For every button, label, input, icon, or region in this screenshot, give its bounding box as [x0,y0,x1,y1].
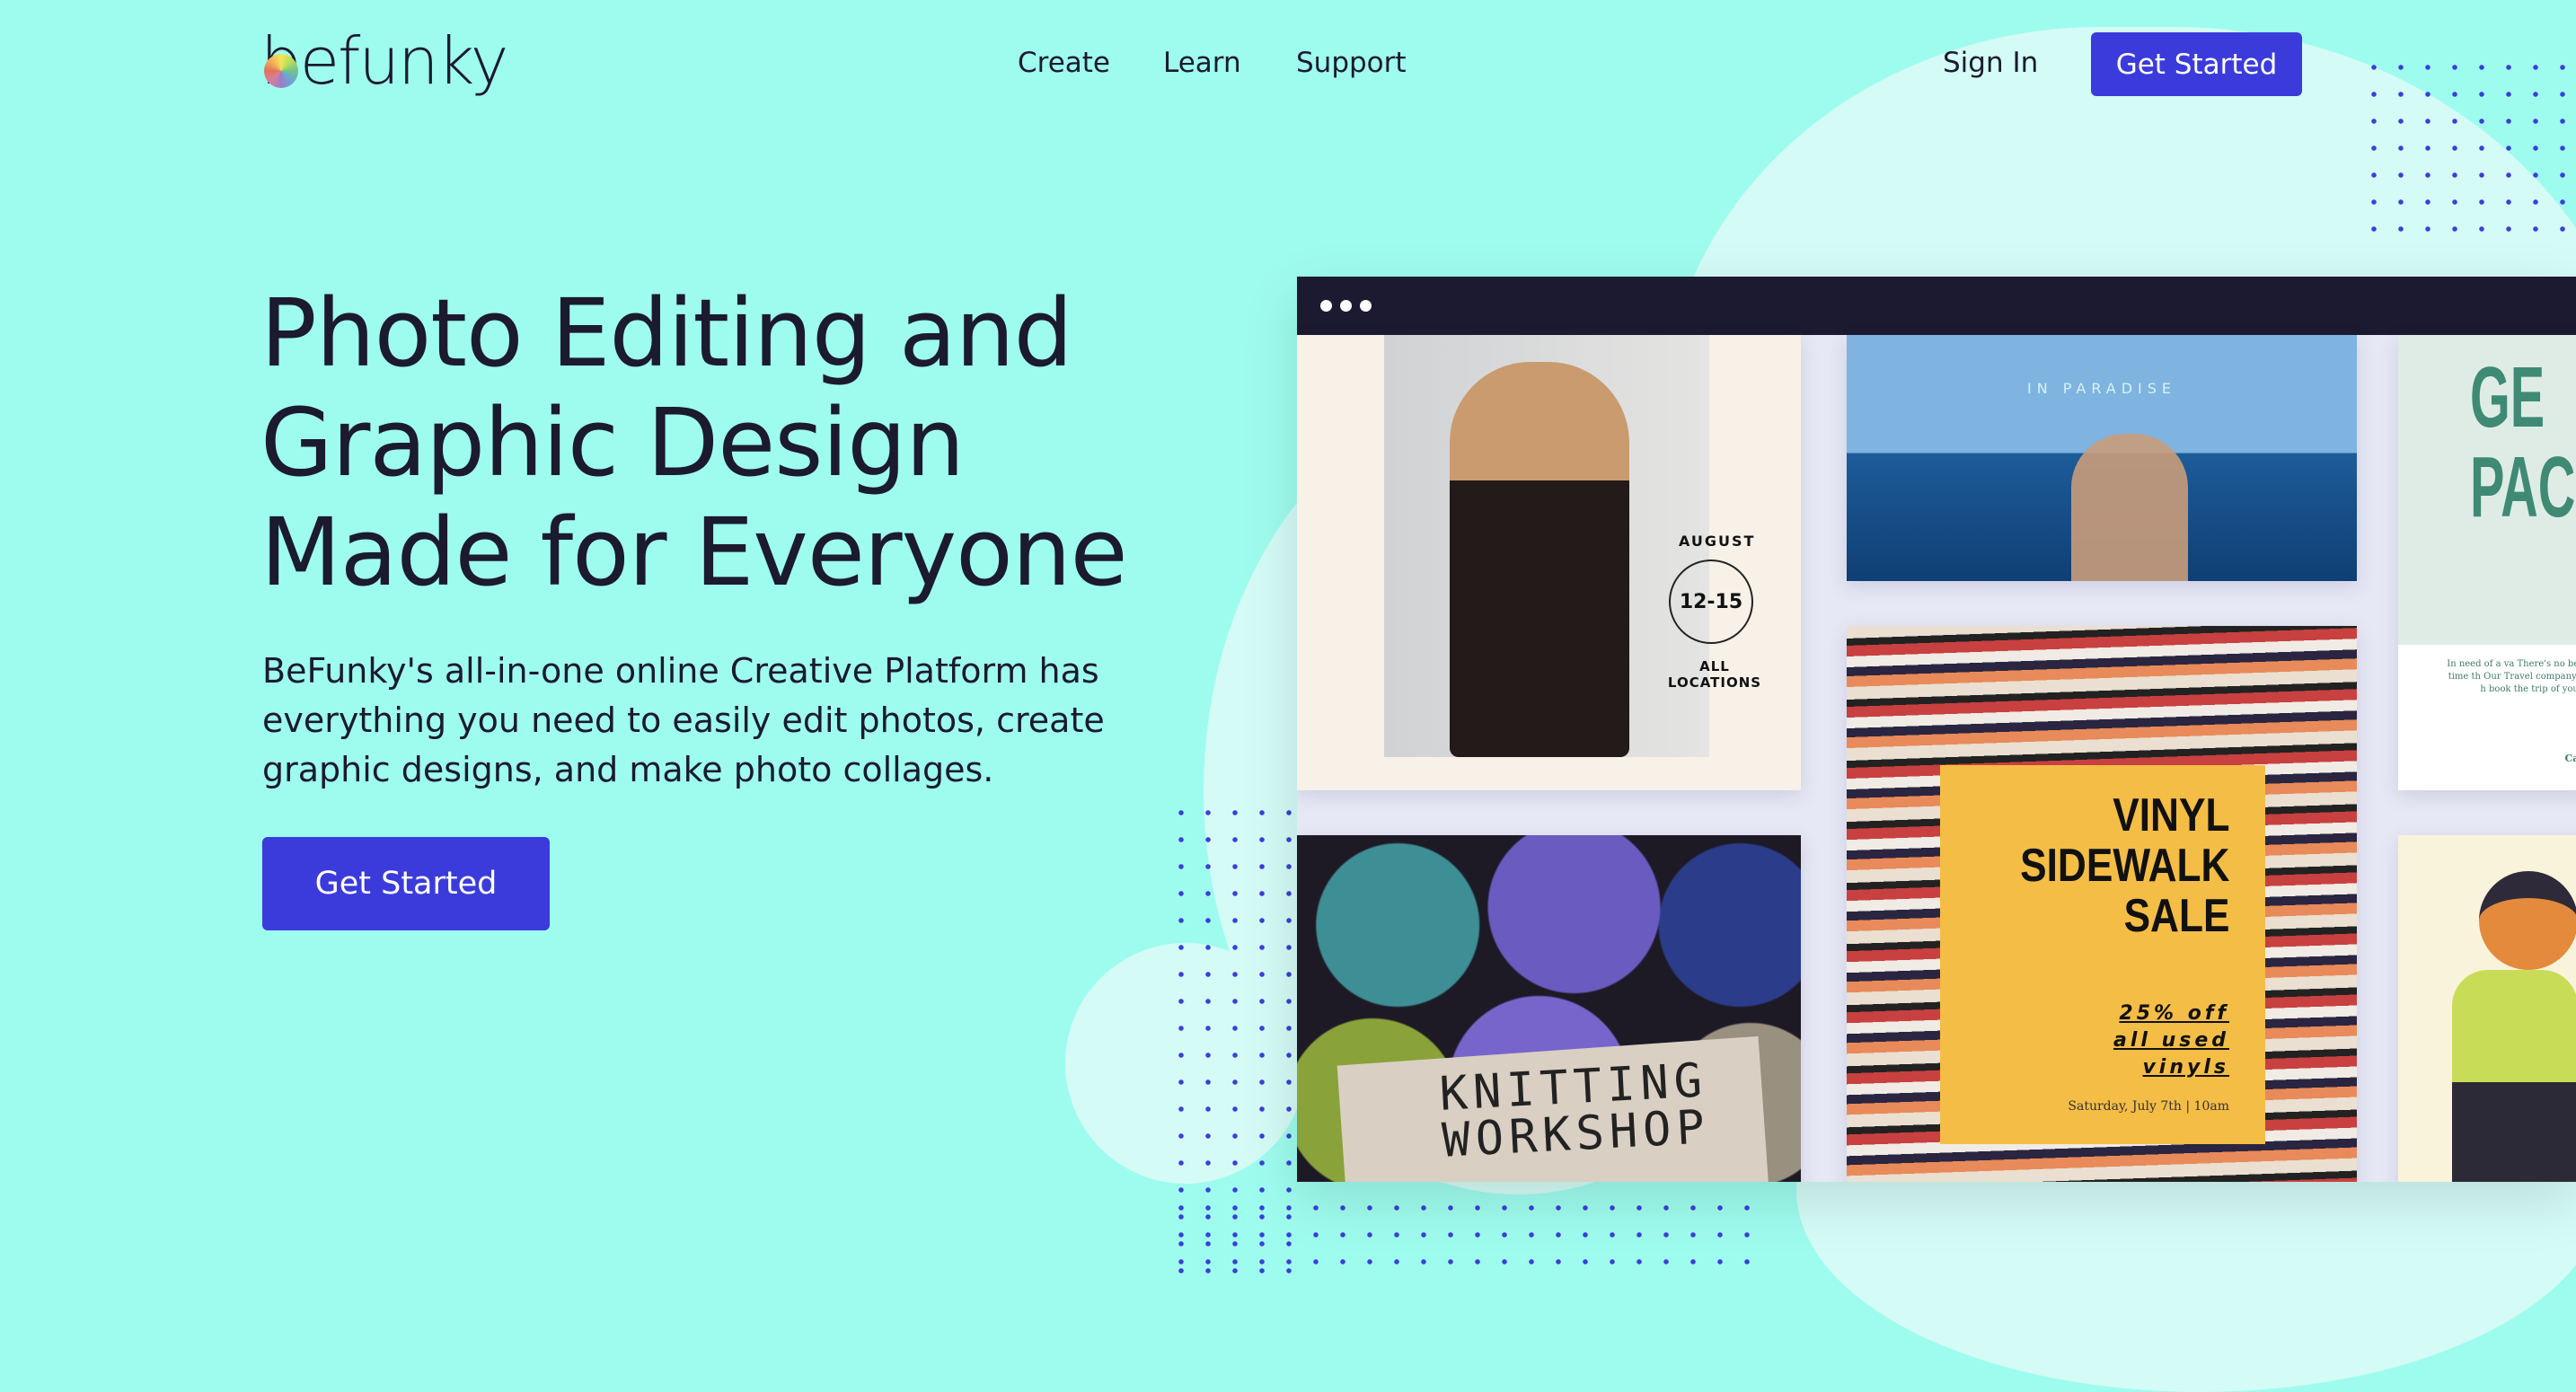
poster-body: In need of a va There's no better time t… [2447,659,2576,694]
sign-in-link[interactable]: Sign In [1943,47,2038,79]
event-locations: ALL LOCATIONS [1667,658,1762,691]
hero-description: BeFunky's all-in-one online Creative Pla… [262,651,1105,789]
window-dot-icon [1360,300,1372,312]
befunky-logo[interactable]: bbefunkyefunky [260,23,508,99]
knitting-workshop-card: KNITTING WORKSHOP [1297,835,1801,1182]
nav-create[interactable]: Create [1018,47,1110,79]
runner-head [2479,871,2576,970]
window-dot-icon [1340,300,1352,312]
nav-support[interactable]: Support [1296,47,1407,79]
window-dot-icon [1320,300,1332,312]
dot-pattern [1168,1194,1751,1284]
nav-learn[interactable]: Learn [1163,47,1241,79]
fashion-event-card: AUGUST 12-15 ALL LOCATIONS [1297,335,1801,790]
travel-card: IN PARADISE [1847,335,2357,581]
poster-call: Call y [2564,753,2576,764]
header-get-started-button[interactable]: Get Started [2091,32,2302,96]
event-dates: 12-15 [1669,559,1753,644]
runner-body [2452,970,2576,1182]
runner-illustration-card [2398,835,2576,1182]
model-figure [1450,362,1629,757]
vinyl-sale-card: VINYL SIDEWALK SALE 25% off all used vinyls … [1847,626,2357,1182]
poster-image: GE PAC [2398,335,2576,645]
browser-mockup: AUGUST 12-15 ALL LOCATIONS KNITTING WORKS… [1297,277,2576,1182]
dot-pattern [2360,54,2576,233]
vinyl-sale-offer: 25% off all used vinyls [2113,1002,2229,1079]
hero-get-started-button[interactable]: Get Started [262,837,550,930]
vinyl-sale-poster: VINYL SIDEWALK SALE 25% off all used vinyls … [1940,765,2265,1144]
browser-titlebar [1297,277,2576,335]
hero-title: Photo Editing and Graphic Design Made for … [260,278,1128,607]
knitting-text: KNITTING WORKSHOP [1438,1053,1712,1168]
yoga-figure [2071,434,2188,581]
event-month: AUGUST [1679,533,1756,550]
travel-subtitle: IN PARADISE [2026,380,2177,397]
vinyl-sale-title: VINYL SIDEWALK SALE [2019,789,2229,942]
travel-poster-card: GE PAC In need of a va There's no better… [2398,335,2576,790]
aperture-icon [264,54,298,88]
poster-title: GE PAC [2470,349,2576,535]
vinyl-sale-date: Saturday, July 7th | 10am [2068,1099,2229,1114]
